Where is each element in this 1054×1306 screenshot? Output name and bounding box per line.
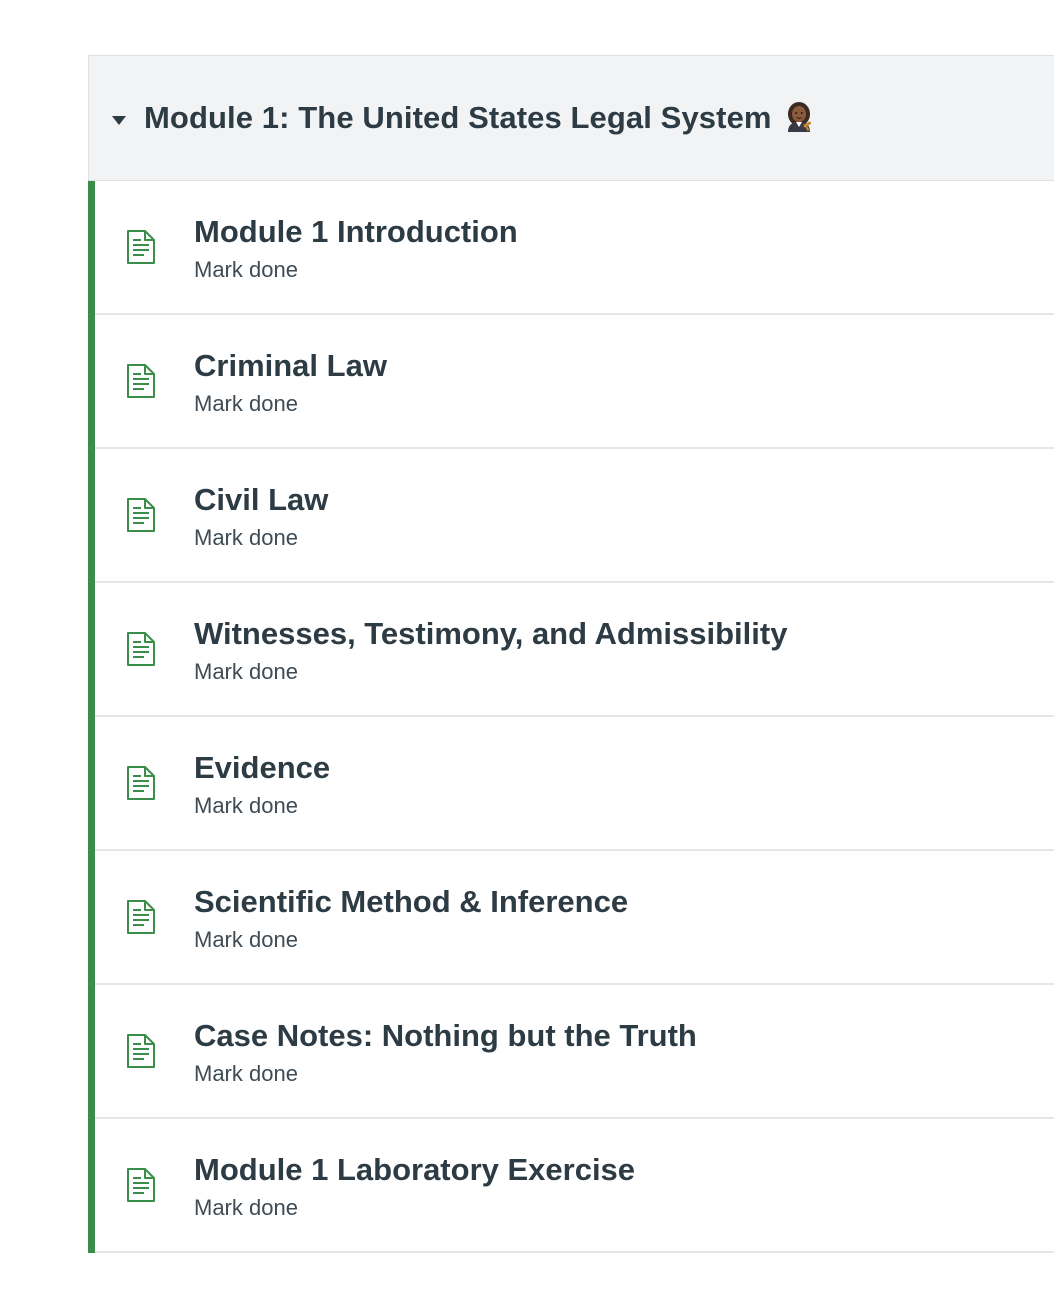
- item-text: Case Notes: Nothing but the Truth Mark d…: [194, 1018, 697, 1088]
- item-title-link[interactable]: Evidence: [194, 750, 330, 786]
- mark-done-button[interactable]: Mark done: [194, 658, 787, 686]
- page-icon: [126, 229, 156, 265]
- mark-done-button[interactable]: Mark done: [194, 256, 518, 284]
- module-item[interactable]: Module 1 Laboratory Exercise Mark done: [95, 1119, 1054, 1253]
- mark-done-button[interactable]: Mark done: [194, 926, 628, 954]
- module-header[interactable]: Module 1: The United States Legal System: [88, 55, 1054, 181]
- item-text: Module 1 Introduction Mark done: [194, 214, 518, 284]
- page-icon: [126, 363, 156, 399]
- item-title-link[interactable]: Case Notes: Nothing but the Truth: [194, 1018, 697, 1054]
- mark-done-button[interactable]: Mark done: [194, 524, 328, 552]
- collapse-caret-icon[interactable]: [112, 115, 126, 125]
- item-text: Scientific Method & Inference Mark done: [194, 884, 628, 954]
- item-text: Evidence Mark done: [194, 750, 330, 820]
- item-title-link[interactable]: Module 1 Introduction: [194, 214, 518, 250]
- page-icon: [126, 631, 156, 667]
- page-icon: [126, 1033, 156, 1069]
- module-item[interactable]: Case Notes: Nothing but the Truth Mark d…: [95, 985, 1054, 1119]
- module-item[interactable]: Civil Law Mark done: [95, 449, 1054, 583]
- module-items-list: Module 1 Introduction Mark done Criminal…: [88, 181, 1054, 1253]
- mark-done-button[interactable]: Mark done: [194, 792, 330, 820]
- module-panel: Module 1: The United States Legal System…: [88, 55, 1054, 1253]
- item-text: Criminal Law Mark done: [194, 348, 387, 418]
- item-title-link[interactable]: Scientific Method & Inference: [194, 884, 628, 920]
- module-item[interactable]: Criminal Law Mark done: [95, 315, 1054, 449]
- item-title-link[interactable]: Criminal Law: [194, 348, 387, 384]
- module-title: Module 1: The United States Legal System: [144, 100, 772, 135]
- item-title-link[interactable]: Witnesses, Testimony, and Admissibility: [194, 616, 787, 652]
- item-text: Civil Law Mark done: [194, 482, 328, 552]
- module-item[interactable]: Scientific Method & Inference Mark done: [95, 851, 1054, 985]
- page-icon: [126, 497, 156, 533]
- mark-done-button[interactable]: Mark done: [194, 390, 387, 418]
- page-icon: [126, 899, 156, 935]
- page-icon: [126, 1167, 156, 1203]
- page-icon: [126, 765, 156, 801]
- mark-done-button[interactable]: Mark done: [194, 1194, 635, 1222]
- module-item[interactable]: Module 1 Introduction Mark done: [95, 181, 1054, 315]
- module-item[interactable]: Evidence Mark done: [95, 717, 1054, 851]
- judge-woman-icon: [784, 100, 814, 137]
- module-item[interactable]: Witnesses, Testimony, and Admissibility …: [95, 583, 1054, 717]
- mark-done-button[interactable]: Mark done: [194, 1060, 697, 1088]
- item-text: Witnesses, Testimony, and Admissibility …: [194, 616, 787, 686]
- item-title-link[interactable]: Module 1 Laboratory Exercise: [194, 1152, 635, 1188]
- item-title-link[interactable]: Civil Law: [194, 482, 328, 518]
- item-text: Module 1 Laboratory Exercise Mark done: [194, 1152, 635, 1222]
